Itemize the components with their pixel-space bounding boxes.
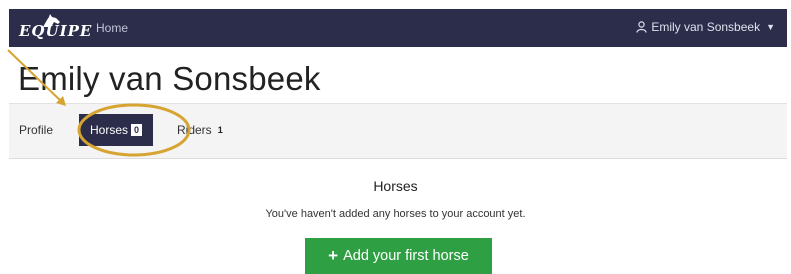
tab-label: Horses [89,123,128,137]
top-navbar: EQUIPE Home Emily van Sonsbeek ▼ [9,9,787,47]
tab-horses[interactable]: Horses 0 [79,114,153,146]
logo-text: EQUIPE [19,22,93,40]
riders-count-badge: 1 [217,125,223,135]
user-menu-dropdown[interactable]: Emily van Sonsbeek ▼ [636,20,775,34]
profile-tabs: Profile Horses 0 Riders 1 [9,103,787,159]
plus-icon: + [328,246,339,265]
empty-state-message: You've haven't added any horses to your … [265,208,526,220]
tab-label: Profile [19,123,54,137]
nav-home-link[interactable]: Home [96,21,128,35]
user-icon [636,21,647,33]
horses-count-badge: 0 [131,124,143,136]
user-name: Emily van Sonsbeek [651,20,761,34]
add-horse-button-label: Add your first horse [343,248,469,264]
tab-profile[interactable]: Profile [19,114,53,146]
equipe-logo[interactable]: EQUIPE [19,14,91,42]
tab-riders[interactable]: Riders 1 [177,114,226,146]
tab-label: Riders [177,123,212,137]
page-title: Emily van Sonsbeek [18,60,321,97]
caret-down-icon: ▼ [766,22,775,32]
section-title: Horses [373,178,418,194]
add-horse-button[interactable]: + Add your first horse [305,238,492,274]
